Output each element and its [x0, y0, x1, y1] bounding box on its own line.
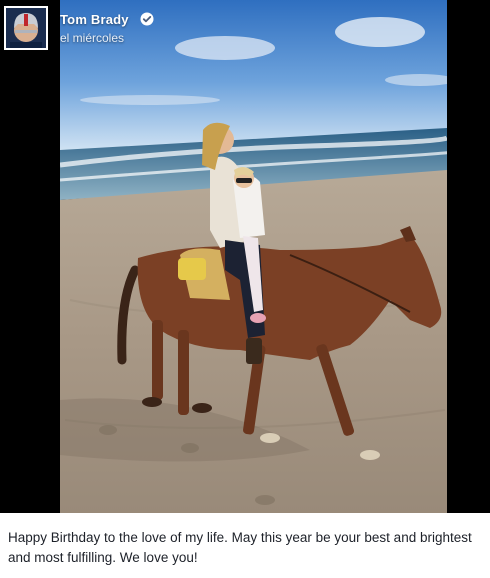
- post-timestamp[interactable]: el miércoles: [60, 31, 124, 45]
- post-photo[interactable]: [60, 0, 447, 513]
- photo-viewer[interactable]: Tom Brady el miércoles: [0, 0, 490, 513]
- avatar-image: [6, 8, 46, 48]
- facebook-post: Tom Brady el miércoles Happy Birthday to…: [0, 0, 490, 578]
- author-name[interactable]: Tom Brady: [60, 12, 129, 27]
- profile-avatar[interactable]: [4, 6, 48, 50]
- post-header: Tom Brady el miércoles: [0, 0, 490, 60]
- verified-badge-icon: [140, 12, 154, 26]
- post-caption: Happy Birthday to the love of my life. M…: [8, 530, 472, 565]
